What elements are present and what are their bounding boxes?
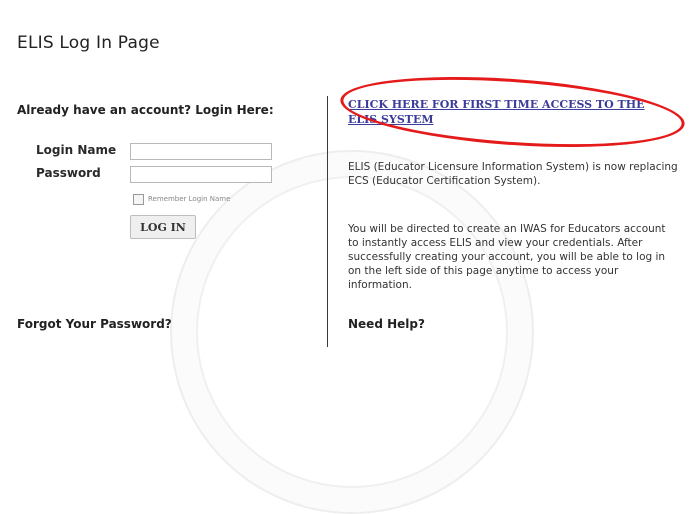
login-heading: Already have an account? Login Here: — [17, 103, 274, 117]
login-name-label: Login Name — [36, 143, 117, 157]
remember-login-label: Remember Login Name — [148, 195, 231, 203]
password-label: Password — [36, 166, 101, 180]
password-field[interactable] — [130, 166, 272, 183]
elis-info-paragraph: ELIS (Educator Licensure Information Sys… — [348, 161, 678, 187]
red-annotation-circle — [338, 67, 687, 157]
need-help-heading[interactable]: Need Help? — [348, 317, 425, 331]
iwas-info-paragraph: You will be directed to create an IWAS f… — [348, 223, 666, 291]
column-divider — [327, 96, 328, 347]
forgot-password-link[interactable]: Forgot Your Password? — [17, 317, 172, 331]
remember-login-checkbox[interactable] — [133, 194, 144, 205]
login-name-field[interactable] — [130, 143, 272, 160]
watermark-seal — [170, 150, 534, 514]
page-title: ELIS Log In Page — [17, 33, 160, 53]
login-button[interactable]: LOG IN — [130, 215, 196, 239]
